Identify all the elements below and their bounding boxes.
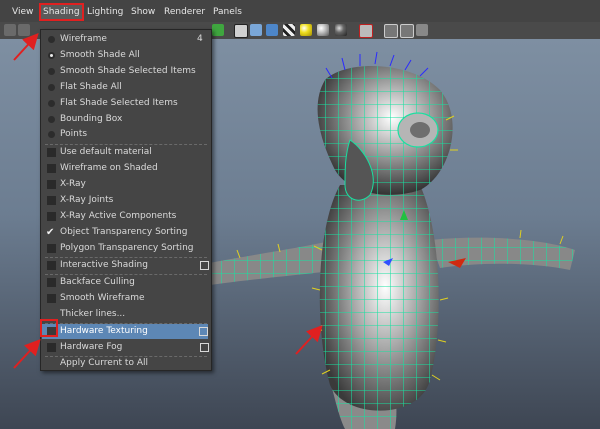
menu-item-hardware-fog[interactable]: Hardware Fog	[41, 340, 211, 355]
checkbox	[47, 212, 56, 221]
radio-indicator	[48, 100, 55, 107]
menu-item-flat-shade-all[interactable]: Flat Shade All	[41, 80, 211, 95]
checkbox	[47, 261, 56, 270]
menu-item-smooth-wireframe[interactable]: Smooth Wireframe	[41, 291, 211, 306]
radio-indicator	[48, 116, 55, 123]
menu-renderer[interactable]: Renderer	[164, 5, 205, 19]
isolate-select-icon[interactable]	[359, 24, 373, 38]
texture-icon[interactable]	[212, 24, 224, 36]
option-box-icon[interactable]	[199, 327, 208, 336]
menu-lighting[interactable]: Lighting	[87, 5, 123, 19]
menu-item-backface-culling[interactable]: Backface Culling	[41, 275, 211, 290]
menu-item-hardware-texturing[interactable]: Hardware Texturing	[42, 324, 208, 339]
radio-indicator	[48, 84, 55, 91]
menu-shading[interactable]: Shading	[39, 3, 84, 21]
checkbox	[47, 148, 56, 157]
sphere-icon[interactable]	[317, 24, 329, 36]
shaded-cube-icon[interactable]	[250, 24, 262, 36]
option-box-icon[interactable]	[200, 261, 209, 270]
shading-menu: Wireframe 4 Smooth Shade All Smooth Shad…	[40, 29, 212, 371]
menu-item-flat-shade-selected[interactable]: Flat Shade Selected Items	[41, 96, 211, 111]
checker-icon[interactable]	[283, 24, 295, 36]
menu-item-smooth-shade-selected[interactable]: Smooth Shade Selected Items	[41, 64, 211, 79]
menu-item-object-transparency-sorting[interactable]: ✔ Object Transparency Sorting	[41, 225, 211, 240]
shortcut-label: 4	[197, 34, 203, 44]
menu-bar: View Shading Lighting Show Renderer Pane…	[0, 0, 600, 23]
textured-cube-icon[interactable]	[266, 24, 278, 36]
shadow-sphere-icon[interactable]	[335, 24, 347, 36]
checkbox	[47, 343, 56, 352]
checkbox	[47, 294, 56, 303]
xray-joints-icon[interactable]	[400, 24, 414, 38]
menu-item-bounding-box[interactable]: Bounding Box	[41, 112, 211, 127]
radio-indicator	[48, 131, 55, 138]
menu-item-wireframe[interactable]: Wireframe 4	[41, 32, 211, 47]
menu-item-points[interactable]: Points	[41, 127, 211, 142]
option-box-icon[interactable]	[200, 343, 209, 352]
menu-item-wireframe-on-shaded[interactable]: Wireframe on Shaded	[41, 161, 211, 176]
menu-view[interactable]: View	[12, 5, 33, 19]
select-camera-icon[interactable]	[18, 24, 30, 36]
menu-item-xray[interactable]: X-Ray	[41, 177, 211, 192]
menu-show[interactable]: Show	[131, 5, 155, 19]
menu-item-use-default-material[interactable]: Use default material	[41, 145, 211, 160]
checkbox	[47, 164, 56, 173]
menu-item-polygon-transparency-sorting[interactable]: Polygon Transparency Sorting	[41, 241, 211, 256]
menu-item-thicker-lines[interactable]: Thicker lines...	[41, 307, 211, 322]
xray-icon[interactable]	[384, 24, 398, 38]
menu-item-smooth-shade-all[interactable]: Smooth Shade All	[41, 48, 211, 63]
checkmark-icon: ✔	[46, 227, 55, 238]
checkbox	[47, 278, 56, 287]
share-icon[interactable]	[416, 24, 428, 36]
annotation-highlight-box	[40, 319, 58, 337]
radio-indicator-selected	[48, 52, 55, 59]
radio-indicator	[48, 68, 55, 75]
checkbox	[47, 196, 56, 205]
camera-icon[interactable]	[4, 24, 16, 36]
menu-item-interactive-shading[interactable]: Interactive Shading	[41, 258, 211, 273]
light-icon[interactable]	[300, 24, 312, 36]
menu-item-apply-current-to-all[interactable]: Apply Current to All	[41, 356, 211, 371]
wireframe-cube-icon[interactable]	[234, 24, 248, 38]
checkbox	[47, 244, 56, 253]
menu-item-xray-joints[interactable]: X-Ray Joints	[41, 193, 211, 208]
radio-indicator	[48, 36, 55, 43]
menu-item-xray-active-components[interactable]: X-Ray Active Components	[41, 209, 211, 224]
checkbox	[47, 180, 56, 189]
menu-panels[interactable]: Panels	[213, 5, 242, 19]
